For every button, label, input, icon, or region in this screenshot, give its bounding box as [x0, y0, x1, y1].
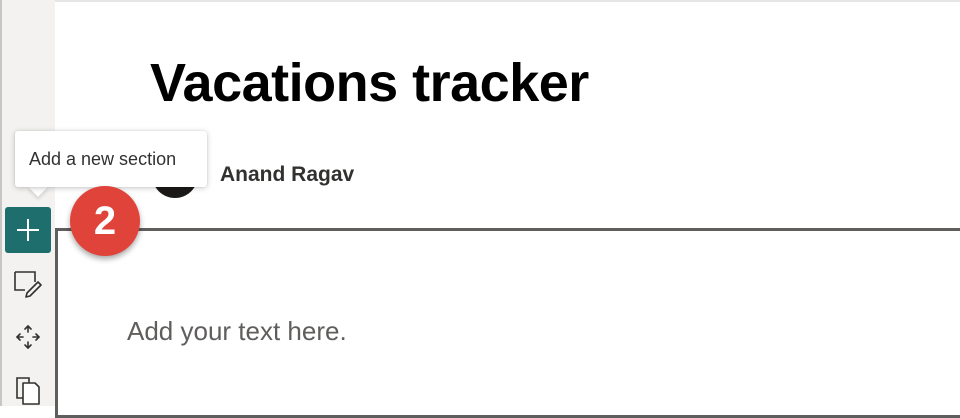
plus-icon [17, 219, 39, 241]
top-divider [55, 0, 960, 2]
text-placeholder[interactable]: Add your text here. [127, 316, 347, 347]
edit-section-button[interactable] [11, 268, 45, 302]
page-title[interactable]: Vacations tracker [150, 52, 589, 114]
move-icon [16, 325, 40, 349]
duplicate-section-button[interactable] [11, 372, 45, 406]
add-section-tooltip: Add a new section [15, 131, 207, 187]
step-number-badge: 2 [70, 186, 140, 256]
author-name: Anand Ragav [220, 163, 355, 186]
add-section-button[interactable] [5, 207, 51, 253]
edit-section-icon [14, 271, 42, 298]
move-section-button[interactable] [11, 320, 45, 354]
duplicate-icon [16, 377, 40, 405]
